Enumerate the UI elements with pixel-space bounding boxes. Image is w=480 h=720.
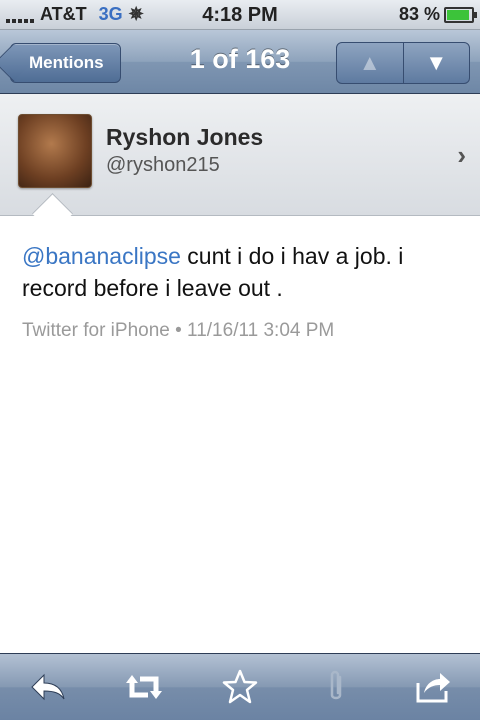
back-button[interactable]: Mentions bbox=[10, 43, 121, 83]
paperclip-icon bbox=[330, 670, 342, 700]
tweet-pager: ▲ ▼ bbox=[336, 42, 470, 84]
share-icon bbox=[416, 673, 450, 703]
back-button-label: Mentions bbox=[29, 53, 104, 72]
triangle-down-icon: ▼ bbox=[425, 50, 448, 75]
chevron-right-icon: › bbox=[457, 140, 466, 170]
favorite-button[interactable] bbox=[210, 662, 270, 712]
tweet-meta: Twitter for iPhone • 11/16/11 3:04 PM bbox=[22, 320, 335, 341]
status-right: 83 % bbox=[398, 4, 477, 25]
battery-icon bbox=[444, 6, 477, 23]
user-name: Ryshon Jones bbox=[106, 124, 264, 150]
user-handle: @ryshon215 bbox=[106, 154, 220, 176]
battery-percent: 83 % bbox=[398, 4, 440, 24]
reply-icon bbox=[31, 673, 65, 701]
triangle-up-icon: ▲ bbox=[358, 50, 381, 75]
next-tweet-button[interactable]: ▼ bbox=[402, 43, 470, 83]
page-title: 1 of 163 bbox=[189, 44, 291, 74]
bottom-toolbar bbox=[0, 653, 480, 720]
avatar[interactable] bbox=[18, 114, 92, 188]
share-button[interactable] bbox=[402, 662, 462, 712]
retweet-icon bbox=[126, 675, 162, 699]
tweet-text: @bananaclipse cunt i do i hav a job. i r… bbox=[22, 240, 462, 304]
attach-button[interactable] bbox=[306, 662, 366, 712]
status-bar: AT&T 3G ✵ 4:18 PM 83 % bbox=[0, 0, 480, 30]
retweet-button[interactable] bbox=[114, 662, 174, 712]
reply-button[interactable] bbox=[18, 662, 78, 712]
previous-tweet-button[interactable]: ▲ bbox=[337, 43, 403, 83]
battery-fill bbox=[447, 9, 469, 20]
tweet-mention-link[interactable]: @bananaclipse bbox=[22, 243, 181, 269]
navigation-bar: Mentions 1 of 163 ▲ ▼ bbox=[0, 30, 480, 94]
star-icon bbox=[222, 669, 258, 704]
profile-header[interactable]: Ryshon Jones @ryshon215 › bbox=[0, 94, 480, 216]
